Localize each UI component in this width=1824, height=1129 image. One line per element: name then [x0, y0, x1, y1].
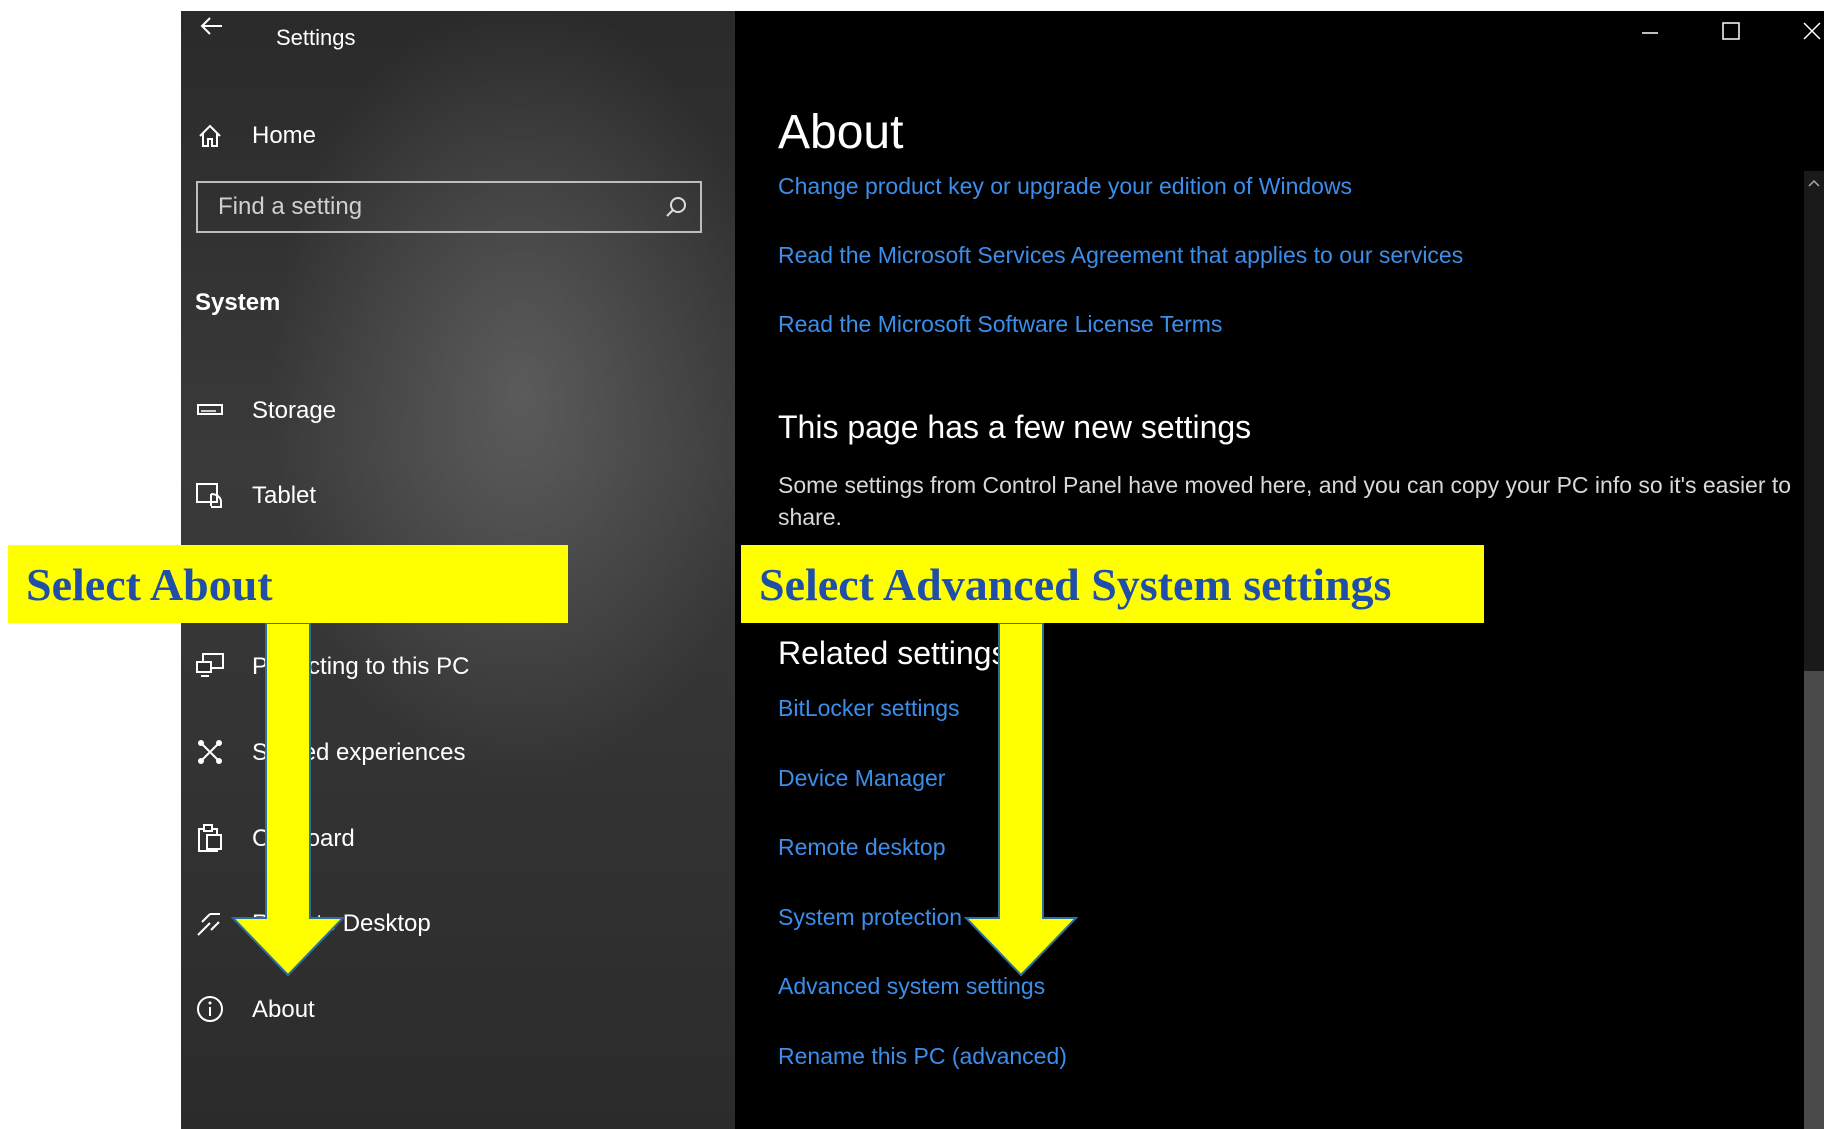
maximize-button[interactable] — [1701, 11, 1761, 51]
close-button[interactable] — [1782, 11, 1824, 51]
minimize-button[interactable] — [1620, 11, 1680, 51]
arrow-down-left — [230, 623, 346, 977]
sidebar-item-label: Storage — [252, 397, 337, 424]
scroll-up-icon[interactable] — [1806, 175, 1822, 191]
close-icon — [1803, 22, 1821, 40]
window-title: Settings — [276, 25, 356, 50]
page-title: About — [778, 106, 904, 159]
link-device-manager[interactable]: Device Manager — [778, 765, 945, 792]
link-license-terms[interactable]: Read the Microsoft Software License Term… — [778, 311, 1222, 338]
tablet-icon — [195, 480, 225, 510]
sidebar-item-tablet[interactable]: Tablet — [181, 470, 735, 520]
section-label-system: System — [195, 289, 281, 316]
maximize-icon — [1722, 22, 1740, 40]
remote-desktop-icon — [195, 908, 225, 938]
scrollbar-thumb[interactable] — [1804, 671, 1824, 1129]
link-remote-desktop[interactable]: Remote desktop — [778, 834, 945, 861]
sidebar-item-label: About — [252, 996, 315, 1023]
link-services-agreement[interactable]: Read the Microsoft Services Agreement th… — [778, 242, 1463, 269]
back-button[interactable] — [197, 11, 227, 41]
storage-icon — [195, 395, 225, 425]
nav-home[interactable]: Home — [181, 111, 735, 161]
home-icon — [195, 121, 225, 151]
projecting-icon — [195, 651, 225, 681]
search-icon — [666, 197, 686, 217]
nav-home-label: Home — [252, 122, 317, 149]
callout-select-advanced: Select Advanced System settings — [741, 545, 1484, 623]
search-box[interactable] — [196, 181, 702, 233]
shared-experiences-icon — [195, 737, 225, 767]
minimize-icon — [1642, 32, 1658, 34]
sidebar-item-storage[interactable]: Storage — [181, 385, 735, 435]
back-arrow-icon — [200, 17, 222, 35]
link-system-protection[interactable]: System protection — [778, 904, 962, 931]
new-settings-text: Some settings from Control Panel have mo… — [778, 472, 1792, 530]
search-input[interactable] — [216, 192, 640, 222]
info-icon — [195, 994, 225, 1024]
link-bitlocker-settings[interactable]: BitLocker settings — [778, 695, 960, 722]
clipboard-icon — [195, 823, 225, 853]
link-change-product-key[interactable]: Change product key or upgrade your editi… — [778, 173, 1352, 200]
link-rename-pc[interactable]: Rename this PC (advanced) — [778, 1043, 1067, 1070]
new-settings-heading: This page has a few new settings — [778, 409, 1252, 445]
sidebar-item-about[interactable]: About — [181, 984, 735, 1034]
sidebar-item-label: Tablet — [252, 482, 317, 509]
arrow-down-right — [963, 623, 1079, 977]
callout-select-about: Select About — [8, 545, 568, 623]
